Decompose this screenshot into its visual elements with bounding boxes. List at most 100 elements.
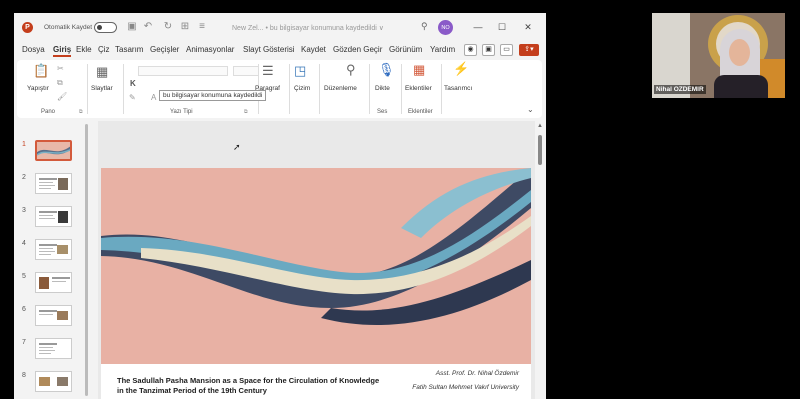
screen: P Otomatik Kaydet ▣ ↶ ↻ ⊞ ≡ New Zel... •… xyxy=(0,0,800,399)
user-avatar[interactable]: NO xyxy=(438,20,453,35)
paste-icon[interactable]: 📋 xyxy=(33,64,49,77)
record-icon[interactable]: ◉ xyxy=(464,44,477,56)
customize-toolbar-icon[interactable]: ≡ xyxy=(196,21,208,33)
tab-transitions[interactable]: Geçişler xyxy=(150,45,179,54)
designer-icon[interactable]: ⚡ xyxy=(453,62,469,75)
divider xyxy=(289,64,290,114)
paragraph-icon[interactable]: ☰ xyxy=(262,64,274,77)
present-icon[interactable]: ⊞ xyxy=(179,21,191,33)
slide-editing-canvas: The Sadullah Pasha Mansion as a Space fo… xyxy=(98,121,535,399)
ribbon: 📋 Yapıştır ✂ ⧉ 🖌 Pano ⧉ ▦ Slaytlar K ✎ A… xyxy=(17,60,542,118)
tab-record[interactable]: Kaydet xyxy=(301,45,326,54)
tab-help[interactable]: Yardım xyxy=(430,45,455,54)
tab-file[interactable]: Dosya xyxy=(22,45,45,54)
comments-icon[interactable]: ▭ xyxy=(500,44,513,56)
clipboard-group-label: Pano xyxy=(41,109,56,115)
clipboard-launcher-icon[interactable]: ⧉ xyxy=(79,109,83,115)
font-family-select[interactable] xyxy=(138,66,228,76)
divider xyxy=(319,64,320,114)
format-painter-icon[interactable]: 🖌 xyxy=(57,92,67,101)
present-mode-icon[interactable]: ▣ xyxy=(482,44,495,56)
tab-design[interactable]: Tasarım xyxy=(115,45,143,54)
tab-home[interactable]: Giriş xyxy=(53,45,72,57)
slide-thumbnail-5[interactable] xyxy=(35,272,72,293)
thumbnails-scrollbar[interactable] xyxy=(85,124,88,396)
slide-thumbnail-2[interactable] xyxy=(35,173,72,194)
document-title[interactable]: New Zel... • bu bilgisayar konumuna kayd… xyxy=(232,24,384,32)
divider xyxy=(123,64,124,114)
tab-insert[interactable]: Ekle xyxy=(76,45,92,54)
thumbnail-number: 4 xyxy=(22,240,26,247)
participant-body xyxy=(714,75,768,98)
thumbnail-number: 2 xyxy=(22,174,26,181)
cut-icon[interactable]: ✂ xyxy=(57,64,64,73)
tab-review[interactable]: Gözden Geçir xyxy=(333,45,382,54)
tab-animations[interactable]: Animasyonlar xyxy=(186,45,234,54)
voice-group-label: Ses xyxy=(377,109,388,115)
addins-group-label: Eklentiler xyxy=(408,109,433,115)
mouse-cursor-icon: ➚ xyxy=(233,142,241,152)
powerpoint-window: P Otomatik Kaydet ▣ ↶ ↻ ⊞ ≡ New Zel... •… xyxy=(14,13,546,399)
text-highlight-icon[interactable]: ✎ xyxy=(129,93,136,102)
autosave-toggle[interactable] xyxy=(94,22,117,33)
tab-view[interactable]: Görünüm xyxy=(389,45,422,54)
slide-thumbnail-6[interactable] xyxy=(35,305,72,326)
bold-button[interactable]: K xyxy=(130,79,136,88)
title-bar: P Otomatik Kaydet ▣ ↶ ↻ ⊞ ≡ New Zel... •… xyxy=(14,13,546,42)
font-size-select[interactable] xyxy=(233,66,259,76)
canvas-scroll-thumb[interactable] xyxy=(538,135,542,165)
slides-label[interactable]: Slaytlar xyxy=(91,85,113,92)
current-slide[interactable]: The Sadullah Pasha Mansion as a Space fo… xyxy=(101,168,531,399)
slide-institution: Fatih Sultan Mehmet Vakıf University xyxy=(412,384,519,391)
maximize-button[interactable]: ☐ xyxy=(496,21,508,33)
editing-search-icon[interactable]: ⚲ xyxy=(346,63,356,76)
microphone-icon[interactable]: 🎙 xyxy=(378,63,395,76)
share-button[interactable]: ⇪▾ xyxy=(519,44,539,56)
slide-thumbnail-1[interactable] xyxy=(35,140,72,161)
drawing-label[interactable]: Çizim xyxy=(294,85,310,92)
redo-icon[interactable]: ↻ xyxy=(162,21,174,33)
thumbnail-number: 7 xyxy=(22,339,26,346)
slide-thumbnail-4[interactable] xyxy=(35,239,72,260)
participant-name-label: Nihal OZDEMIR xyxy=(654,85,706,94)
save-location-tooltip: bu bilgisayar konumuna kaydedildi xyxy=(159,90,267,101)
thumbnail-number: 3 xyxy=(22,207,26,214)
save-icon[interactable]: ▣ xyxy=(126,21,138,33)
participant-video: Nihal OZDEMIR xyxy=(652,13,785,98)
addins-label[interactable]: Eklentiler xyxy=(405,85,432,92)
ribbon-collapse-icon[interactable]: ⌄ xyxy=(527,105,534,114)
dictate-label[interactable]: Dikte xyxy=(375,85,390,92)
close-button[interactable]: ✕ xyxy=(522,21,534,33)
copy-icon[interactable]: ⧉ xyxy=(57,78,63,88)
thumbnail-ribbon-art xyxy=(37,146,70,156)
new-slide-icon[interactable]: ▦ xyxy=(96,65,108,78)
scroll-up-icon[interactable]: ▲ xyxy=(537,123,543,129)
thumbnail-number: 6 xyxy=(22,306,26,313)
slide-thumbnail-3[interactable] xyxy=(35,206,72,227)
autosave-label: Otomatik Kaydet xyxy=(44,24,93,31)
twisted-ribbon-art xyxy=(101,168,531,326)
slide-thumbnail-8[interactable] xyxy=(35,371,72,392)
divider xyxy=(401,64,402,114)
designer-label[interactable]: Tasarımcı xyxy=(444,85,472,92)
minimize-button[interactable]: — xyxy=(472,21,484,33)
powerpoint-logo-icon: P xyxy=(22,22,33,33)
divider xyxy=(369,64,370,114)
tab-draw[interactable]: Çiz xyxy=(98,45,110,54)
divider xyxy=(87,64,88,114)
paste-label[interactable]: Yapıştır xyxy=(27,85,49,92)
drawing-icon[interactable]: ◳ xyxy=(294,64,306,77)
search-icon[interactable]: ⚲ xyxy=(421,21,428,32)
thumbnail-number: 8 xyxy=(22,372,26,379)
slide-thumbnail-7[interactable] xyxy=(35,338,72,359)
addins-icon[interactable]: ▦ xyxy=(413,63,425,76)
canvas-scrollbar[interactable]: ▲ xyxy=(537,121,544,399)
editing-label[interactable]: Düzenleme xyxy=(324,85,357,92)
font-color-icon[interactable]: A xyxy=(151,93,156,102)
tab-slideshow[interactable]: Slayt Gösterisi xyxy=(243,45,295,54)
font-group-label: Yazı Tipi xyxy=(170,109,193,115)
divider xyxy=(441,64,442,114)
undo-icon[interactable]: ↶ xyxy=(142,21,154,33)
slide-background-art xyxy=(101,168,531,364)
font-launcher-icon[interactable]: ⧉ xyxy=(244,109,248,115)
